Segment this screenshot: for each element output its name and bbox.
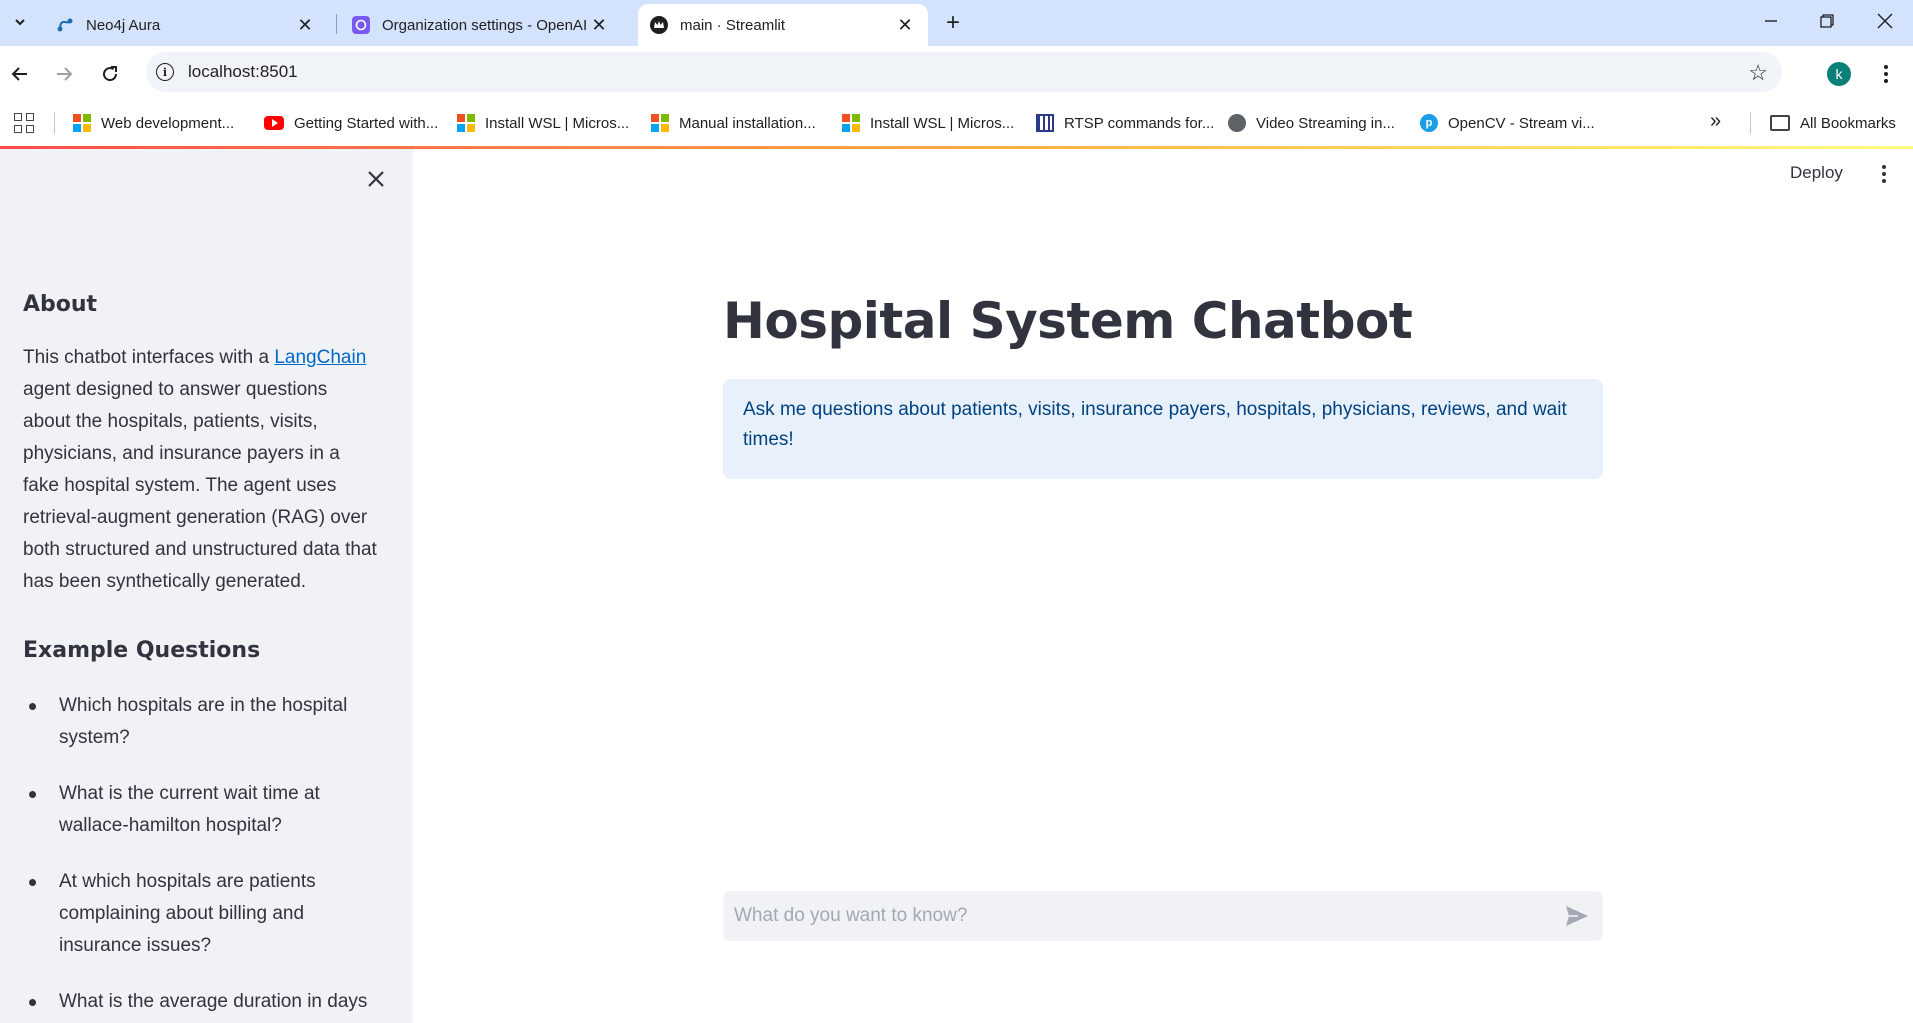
tab-search-chevron-icon[interactable] xyxy=(6,8,34,36)
folder-icon xyxy=(1770,115,1790,131)
tab-title: Neo4j Aura xyxy=(86,16,161,34)
bookmark-label: Getting Started with... xyxy=(294,114,439,132)
browser-toolbar: i localhost:8501 ☆ k xyxy=(0,46,1913,100)
minimize-icon[interactable] xyxy=(1743,0,1799,42)
list-item: What is the average duration in days xyxy=(23,986,379,1018)
bookmark-label: Video Streaming in... xyxy=(1256,114,1395,132)
back-arrow-icon[interactable] xyxy=(4,58,36,90)
browser-menu-icon[interactable] xyxy=(1874,60,1898,88)
bookmark-label: RTSP commands for... xyxy=(1064,114,1215,132)
all-bookmarks[interactable]: All Bookmarks xyxy=(1770,110,1896,136)
list-item: At which hospitals are patients complain… xyxy=(23,866,379,962)
about-text: This chatbot interfaces with a LangChain… xyxy=(23,342,379,598)
tab-close-icon[interactable]: ✕ xyxy=(294,14,316,36)
langchain-link[interactable]: LangChain xyxy=(274,347,366,368)
address-url[interactable]: localhost:8501 xyxy=(188,62,298,82)
more-bookmarks-chevron-icon[interactable]: » xyxy=(1710,110,1721,133)
about-text-start: This chatbot interfaces with a xyxy=(23,347,275,368)
openai-icon xyxy=(352,16,370,34)
example-questions-list: Which hospitals are in the hospital syst… xyxy=(23,690,379,1023)
bookmark-item[interactable]: Web development... xyxy=(73,110,234,136)
address-bar[interactable]: i localhost:8501 ☆ xyxy=(146,52,1782,92)
forward-arrow-icon[interactable] xyxy=(48,58,80,90)
bookmarks-separator xyxy=(54,112,55,134)
microsoft-icon xyxy=(457,114,475,132)
pyimagesearch-icon: p xyxy=(1420,114,1438,132)
new-tab-plus-icon[interactable]: + xyxy=(938,8,968,38)
microsoft-icon xyxy=(842,114,860,132)
chat-input-container xyxy=(723,891,1603,941)
apps-grid-icon[interactable] xyxy=(14,113,34,133)
all-bookmarks-label: All Bookmarks xyxy=(1800,114,1896,132)
bookmarks-bar: Web development... Getting Started with.… xyxy=(0,100,1913,146)
about-heading: About xyxy=(23,292,98,317)
tab-title: Organization settings - OpenAI xyxy=(382,16,588,34)
chat-input[interactable] xyxy=(723,891,1555,941)
grid-icon xyxy=(1036,114,1054,132)
tab-openai[interactable]: Organization settings - OpenAI ✕ xyxy=(340,4,622,46)
sidebar-close-icon[interactable] xyxy=(362,165,390,193)
examples-heading: Example Questions xyxy=(23,638,261,663)
bookmark-item[interactable]: RTSP commands for... xyxy=(1036,110,1214,136)
tab-close-icon[interactable]: ✕ xyxy=(588,14,610,36)
tab-streamlit[interactable]: main · Streamlit ✕ xyxy=(638,4,928,46)
bookmark-label: Install WSL | Micros... xyxy=(870,114,1015,132)
bookmark-item[interactable]: Video Streaming in... xyxy=(1228,110,1395,136)
deploy-button[interactable]: Deploy xyxy=(1790,163,1843,183)
tab-title: main · Streamlit xyxy=(680,16,786,34)
about-text-end: agent designed to answer questions about… xyxy=(23,379,377,592)
bookmark-item[interactable]: Install WSL | Micros... xyxy=(457,110,629,136)
reload-icon[interactable] xyxy=(94,58,126,90)
page-title: Hospital System Chatbot xyxy=(723,292,1413,350)
list-item: What is the current wait time at wallace… xyxy=(23,778,379,842)
tab-separator xyxy=(336,14,337,34)
list-item: Which hospitals are in the hospital syst… xyxy=(23,690,379,754)
site-info-icon[interactable]: i xyxy=(156,63,174,81)
bookmark-label: Manual installation... xyxy=(679,114,816,132)
tab-neo4j[interactable]: Neo4j Aura ✕ xyxy=(44,4,328,46)
bookmark-label: Install WSL | Micros... xyxy=(485,114,630,132)
bookmark-item[interactable]: Install WSL | Micros... xyxy=(842,110,1014,136)
bookmark-label: Web development... xyxy=(101,114,235,132)
bookmark-item[interactable]: Getting Started with... xyxy=(264,110,438,136)
streamlit-crown-icon xyxy=(650,16,668,34)
bookmark-star-icon[interactable]: ☆ xyxy=(1748,60,1768,86)
send-icon[interactable] xyxy=(1555,894,1599,938)
bookmark-label: OpenCV - Stream vi... xyxy=(1448,114,1595,132)
sidebar: About This chatbot interfaces with a Lan… xyxy=(0,149,413,1023)
microsoft-icon xyxy=(651,114,669,132)
neo4j-icon xyxy=(56,16,74,34)
browser-tab-strip: Neo4j Aura ✕ Organization settings - Ope… xyxy=(0,0,1913,46)
window-close-icon[interactable] xyxy=(1857,0,1913,42)
streamlit-app: About This chatbot interfaces with a Lan… xyxy=(0,149,1913,1023)
microsoft-icon xyxy=(73,114,91,132)
tab-close-icon[interactable]: ✕ xyxy=(894,14,916,36)
bookmarks-separator xyxy=(1750,112,1751,134)
profile-avatar[interactable]: k xyxy=(1827,62,1851,86)
main-menu-icon[interactable] xyxy=(1874,161,1894,187)
globe-icon xyxy=(1228,114,1246,132)
bookmark-item[interactable]: p OpenCV - Stream vi... xyxy=(1420,110,1595,136)
youtube-icon xyxy=(264,116,284,130)
bookmark-item[interactable]: Manual installation... xyxy=(651,110,816,136)
info-alert: Ask me questions about patients, visits,… xyxy=(723,379,1603,479)
restore-icon[interactable] xyxy=(1799,0,1855,42)
